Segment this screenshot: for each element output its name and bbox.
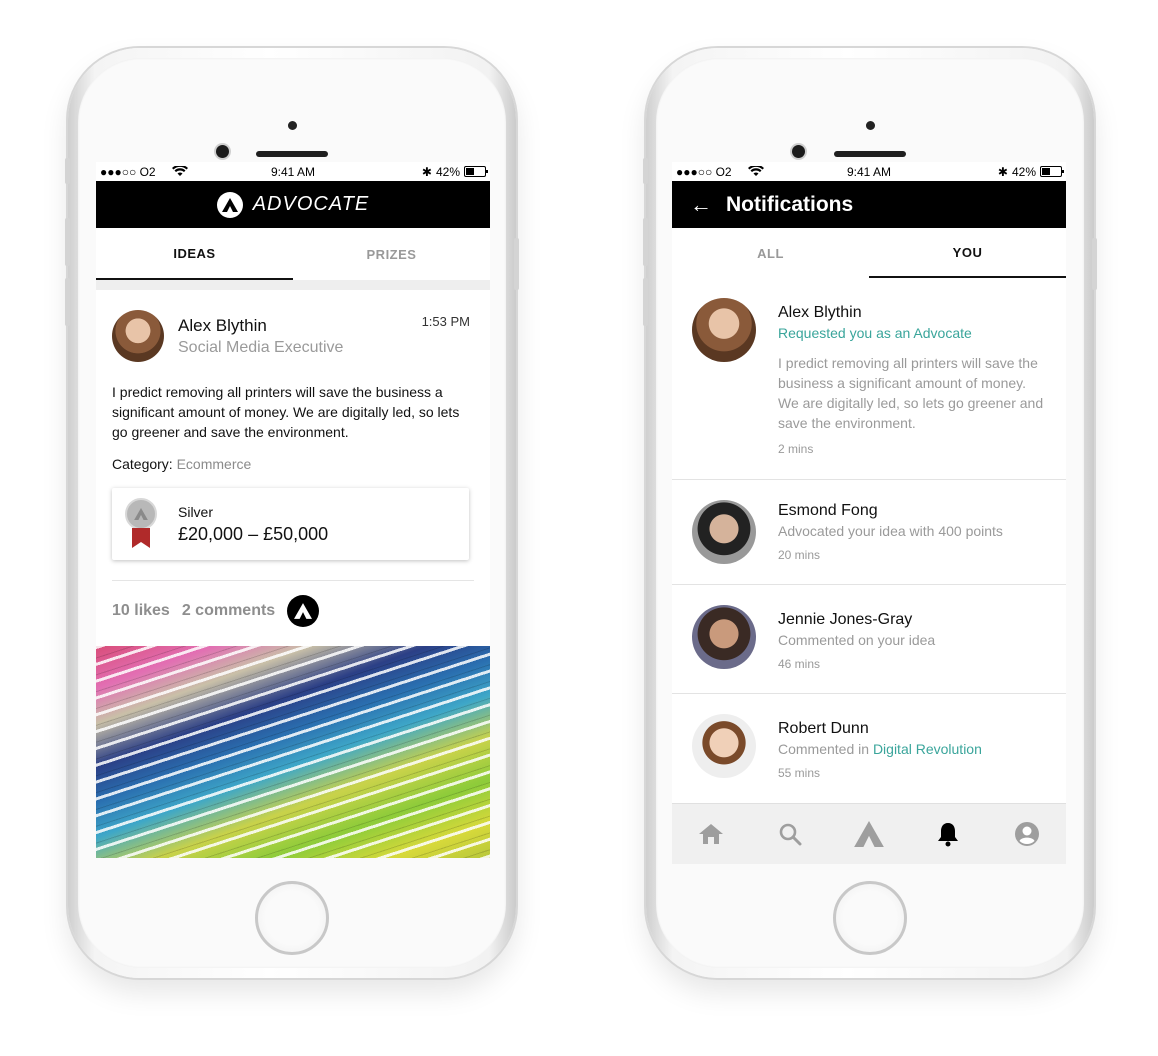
mute-switch — [643, 158, 648, 184]
mute-switch — [65, 158, 70, 184]
home-button[interactable] — [255, 881, 329, 955]
volume-up-button — [643, 218, 648, 266]
clock: 9:41 AM — [846, 164, 892, 179]
notification-name: Alex Blythin — [778, 304, 862, 321]
feed-tabs: IDEAS PRIZES — [96, 228, 490, 280]
prize-card[interactable]: Silver £20,000 – £50,000 — [112, 488, 469, 560]
nav-notifications[interactable] — [928, 814, 968, 854]
idea-card[interactable]: Alex Blythin Social Media Executive 1:53… — [96, 290, 490, 641]
author-name[interactable]: Alex Blythin — [178, 316, 343, 336]
notification-action: Requested you as an Advocate — [778, 325, 972, 341]
post-time: 1:53 PM — [421, 314, 470, 329]
tab-all[interactable]: ALL — [672, 228, 869, 278]
app-header: ← Notifications — [672, 181, 1066, 228]
screen-idea-feed: ●●●○○ O2 9:41 AM ✱ 42% ADVOCATE IDEAS PR… — [96, 162, 490, 858]
brand-wordmark: ADVOCATE — [252, 193, 370, 215]
category-line: Category: Ecommerce — [112, 456, 474, 472]
notification-action: Commented in Digital Revolution — [778, 741, 982, 757]
notification-action: Advocated your idea with 400 points — [778, 523, 1003, 539]
earpiece-speaker — [834, 151, 906, 157]
notification-item[interactable]: Jennie Jones-Gray Commented on your idea… — [672, 585, 1066, 694]
avatar[interactable] — [692, 605, 756, 669]
volume-down-button — [65, 278, 70, 326]
tab-ideas[interactable]: IDEAS — [96, 228, 293, 280]
nav-profile[interactable] — [1007, 814, 1047, 854]
front-camera — [792, 145, 805, 158]
advocate-logo-icon — [216, 191, 243, 218]
tab-prizes[interactable]: PRIZES — [293, 228, 490, 280]
avatar[interactable] — [692, 298, 756, 362]
screen-notifications: ●●●○○ O2 9:41 AM ✱ 42% ← Notifications A… — [672, 162, 1066, 864]
battery-icon — [1040, 166, 1064, 177]
notification-item[interactable]: Esmond Fong Advocated your idea with 400… — [672, 480, 1066, 585]
status-bar: ●●●○○ O2 9:41 AM ✱ 42% — [96, 162, 490, 181]
avatar[interactable] — [112, 310, 164, 362]
volume-up-button — [65, 218, 70, 266]
proximity-sensor — [866, 121, 875, 130]
notification-tabs: ALL YOU — [672, 228, 1066, 278]
bell-icon — [937, 823, 958, 847]
notification-time: 46 mins — [778, 657, 821, 671]
category-value[interactable]: Ecommerce — [177, 456, 252, 472]
likes-count[interactable]: 10 likes — [112, 602, 170, 620]
back-arrow-icon[interactable]: ← — [690, 192, 712, 218]
bottom-nav — [672, 803, 1066, 864]
prize-tier: Silver — [178, 503, 214, 520]
avatar[interactable] — [692, 714, 756, 778]
advocate-logo-icon — [854, 821, 884, 847]
notification-action: Commented on your idea — [778, 632, 936, 648]
notification-time: 2 mins — [778, 442, 814, 456]
notification-list: Alex Blythin Requested you as an Advocat… — [672, 278, 1066, 802]
notification-item[interactable]: Alex Blythin Requested you as an Advocat… — [672, 278, 1066, 480]
section-divider — [96, 280, 490, 290]
earpiece-speaker — [256, 151, 328, 157]
idea-image[interactable] — [96, 646, 490, 858]
status-bar: ●●●○○ O2 9:41 AM ✱ 42% — [672, 162, 1066, 181]
page-title: Notifications — [726, 192, 854, 216]
prize-range: £20,000 – £50,000 — [178, 523, 329, 544]
volume-down-button — [643, 278, 648, 326]
nav-search[interactable] — [770, 814, 810, 854]
profile-icon — [1014, 822, 1039, 846]
engagement-row: 10 likes 2 comments — [112, 581, 474, 641]
power-button — [1092, 238, 1097, 290]
notification-item[interactable]: Robert Dunn Commented in Digital Revolut… — [672, 694, 1066, 802]
nav-advocate[interactable] — [849, 814, 889, 854]
author-role: Social Media Executive — [178, 338, 344, 356]
avatar[interactable] — [692, 500, 756, 564]
notification-name: Jennie Jones-Gray — [778, 611, 913, 628]
search-icon — [779, 823, 802, 846]
idea-text: I predict removing all printers will sav… — [112, 384, 460, 440]
nav-home[interactable] — [691, 814, 731, 854]
home-button[interactable] — [833, 881, 907, 955]
category-label: Category: — [112, 456, 173, 472]
power-button — [514, 238, 519, 290]
front-camera — [216, 145, 229, 158]
silver-medal-icon — [124, 498, 158, 550]
comments-count[interactable]: 2 comments — [182, 602, 275, 620]
notification-text: I predict removing all printers will sav… — [778, 355, 1044, 431]
phone-frame-right: ●●●○○ O2 9:41 AM ✱ 42% ← Notifications A… — [643, 48, 1097, 978]
battery-icon — [464, 166, 488, 177]
proximity-sensor — [288, 121, 297, 130]
home-icon — [699, 824, 724, 844]
clock: 9:41 AM — [270, 164, 316, 179]
phone-frame-left: ●●●○○ O2 9:41 AM ✱ 42% ADVOCATE IDEAS PR… — [65, 48, 519, 978]
tab-you[interactable]: YOU — [869, 228, 1066, 278]
advocate-button-icon[interactable] — [287, 595, 320, 627]
app-header: ADVOCATE — [96, 181, 490, 228]
notification-time: 55 mins — [778, 766, 821, 780]
notification-name: Esmond Fong — [778, 502, 878, 519]
group-link[interactable]: Digital Revolution — [873, 741, 982, 757]
notification-time: 20 mins — [778, 548, 821, 562]
notification-name: Robert Dunn — [778, 720, 869, 737]
